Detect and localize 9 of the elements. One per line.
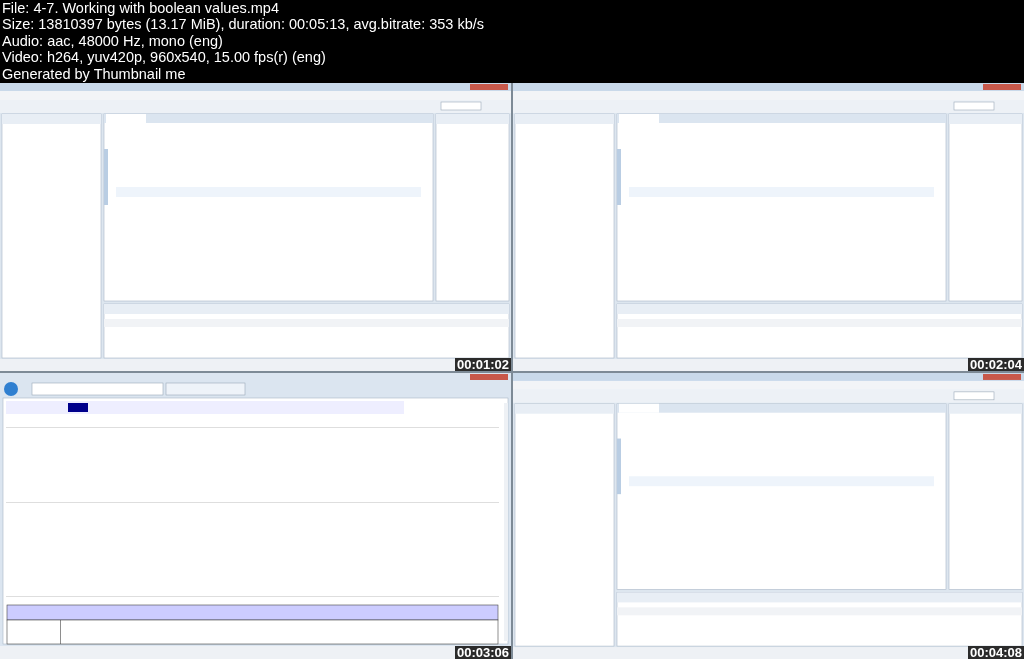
video-info-line: Audio: aac, 48000 Hz, mono (eng) — [2, 32, 223, 50]
timestamp: 00:01:02 — [454, 358, 511, 371]
timestamp: 00:02:04 — [967, 358, 1024, 371]
video-info-line: Size: 13810397 bytes (13.17 MiB), duration: 00:05:13, avg.bitrate: 353 kb/s — [2, 16, 485, 33]
video-info-line: File: 4-7. Working with boolean values.mp4 — [2, 0, 279, 17]
video-info-line: Video: h264, yuv420p, 960x540, 15.00 fps(r) (eng) — [2, 49, 326, 66]
timestamp: 00:03:06 — [454, 646, 511, 659]
timestamp: 00:04:08 — [967, 646, 1024, 659]
video-info-line: Generated by Thumbnail me — [2, 65, 186, 83]
